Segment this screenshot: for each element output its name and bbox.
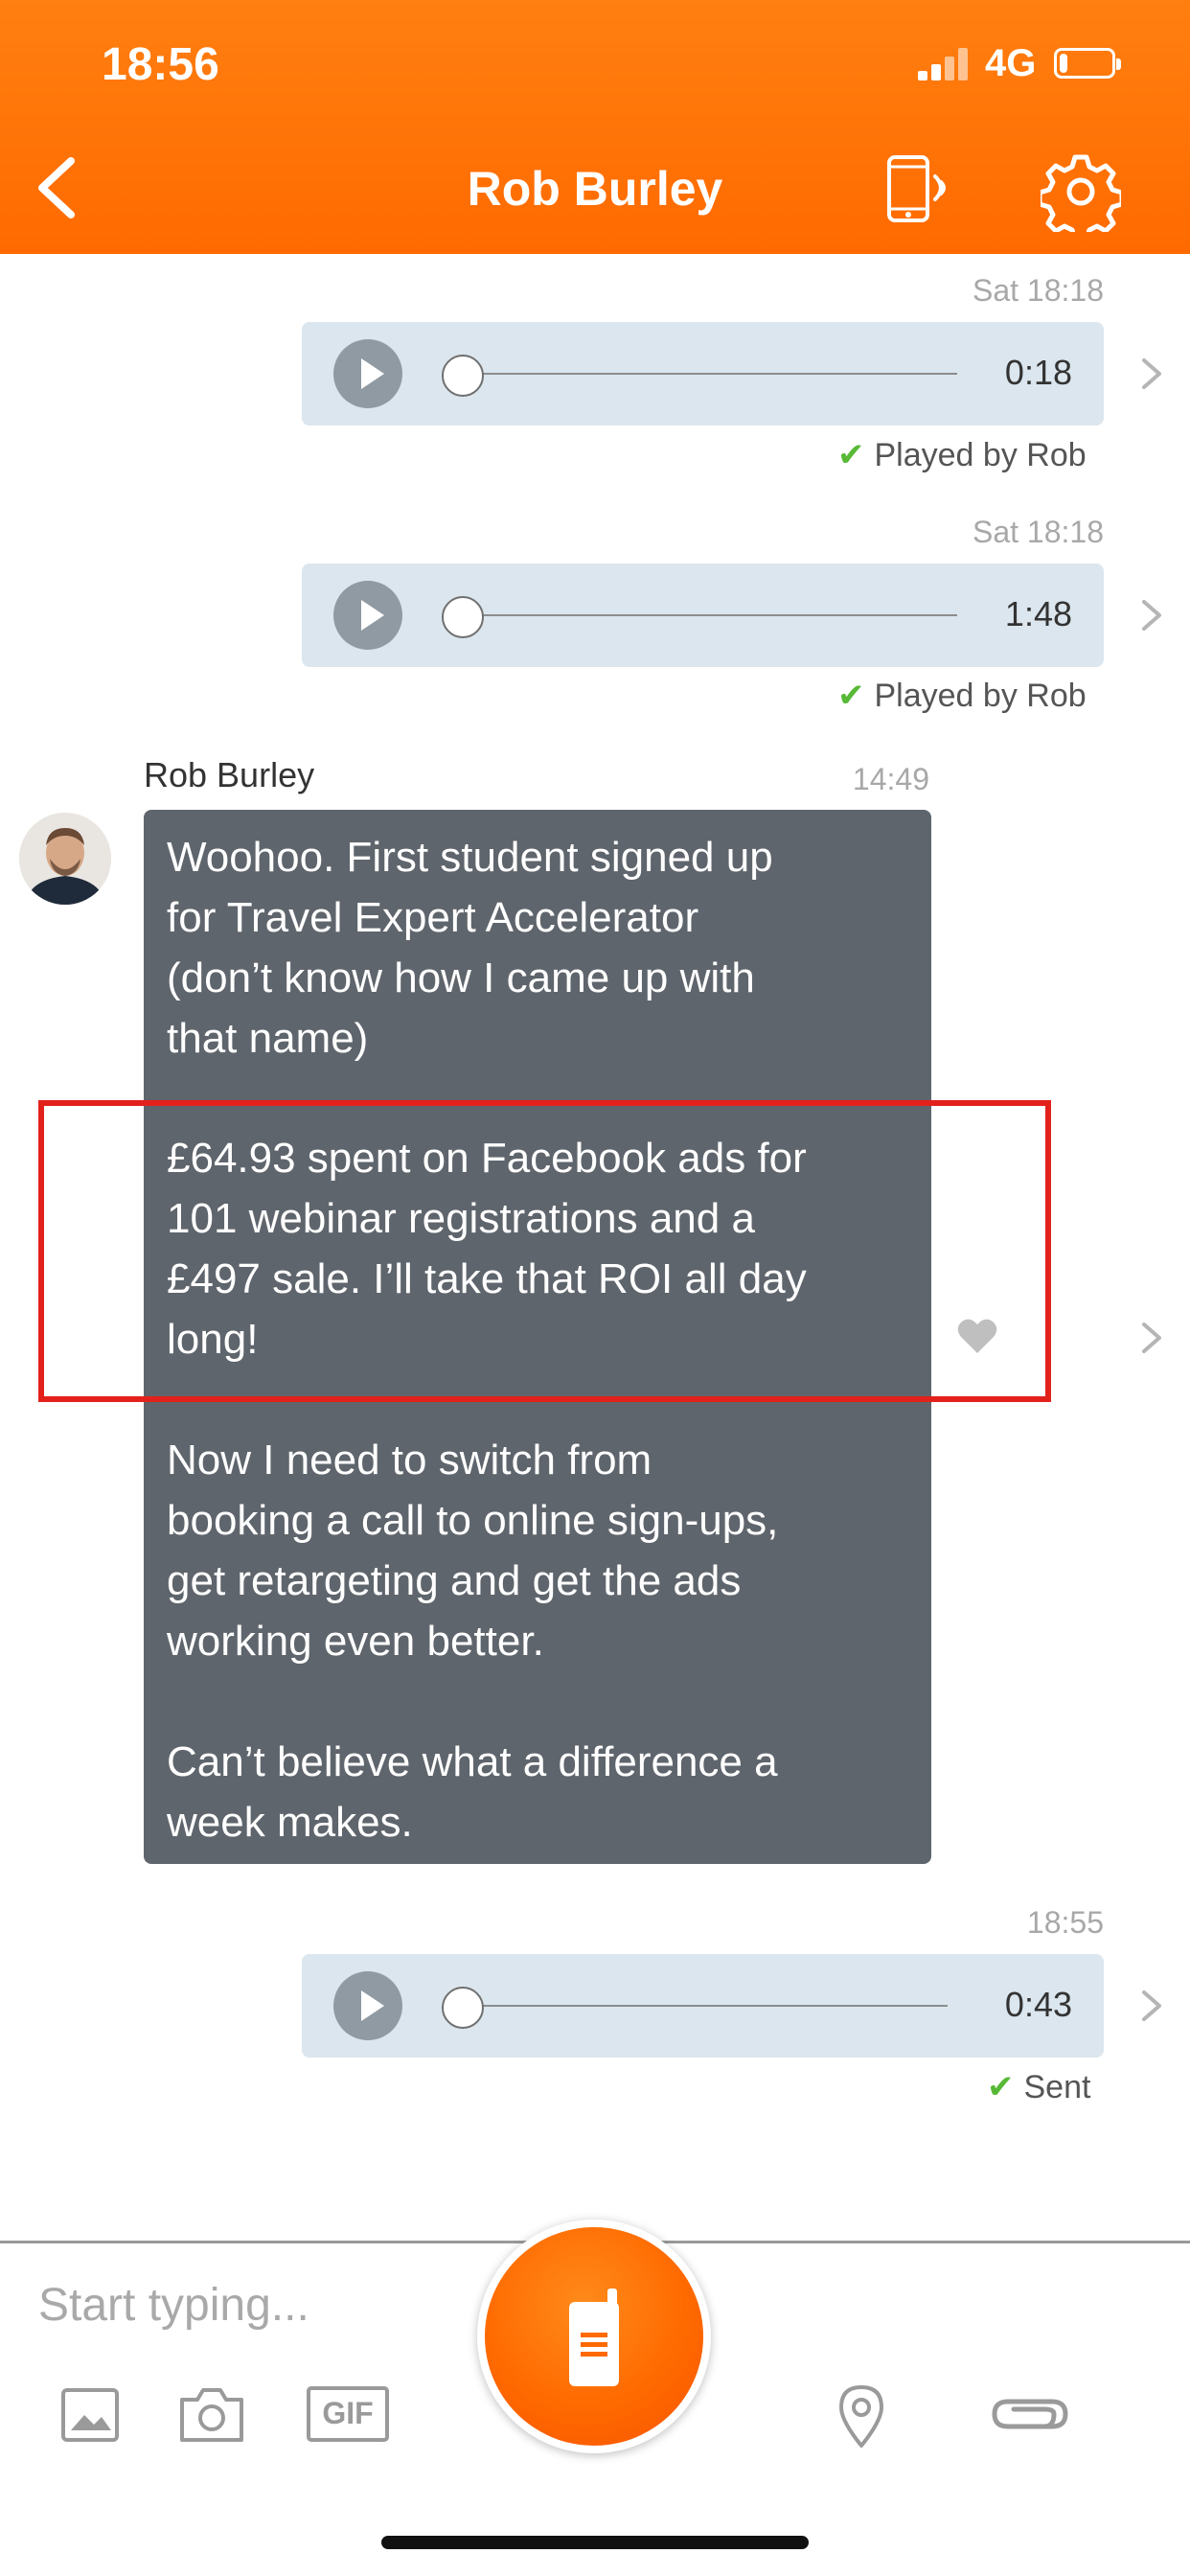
location-pin-icon[interactable] xyxy=(835,2382,887,2450)
app-header: 18:56 4G Rob Burley xyxy=(0,0,1190,254)
phone-broadcast-icon xyxy=(887,155,946,222)
chevron-right-icon[interactable] xyxy=(1133,596,1171,634)
delivery-status: ✔ Played by Rob xyxy=(837,437,1087,473)
highlight-annotation xyxy=(38,1100,1051,1402)
voice-message: 0:18 xyxy=(302,322,1104,426)
gif-button[interactable]: GIF xyxy=(307,2386,389,2442)
message-input[interactable]: Start typing... xyxy=(38,2279,309,2332)
voice-message: 1:48 xyxy=(302,564,1104,667)
play-button[interactable] xyxy=(333,1971,402,2040)
play-button[interactable] xyxy=(333,581,402,650)
playback-scrubber[interactable] xyxy=(442,596,484,638)
gear-icon xyxy=(1037,154,1125,242)
check-icon: ✔ xyxy=(837,437,865,473)
message-paragraph: Woohoo. First student signed up for Trav… xyxy=(167,834,773,1062)
message-timestamp: 18:55 xyxy=(1026,1905,1104,1940)
push-to-talk-button[interactable] xyxy=(477,2220,711,2453)
message-timestamp: Sat 18:18 xyxy=(973,273,1104,308)
playback-scrubber[interactable] xyxy=(442,355,484,397)
message-paragraph: Now I need to switch from booking a call… xyxy=(167,1437,779,1665)
status-time: 18:56 xyxy=(102,39,219,90)
battery-icon xyxy=(1054,48,1121,79)
voice-message: 0:43 xyxy=(302,1954,1104,2058)
playback-track[interactable] xyxy=(446,373,957,375)
network-type: 4G xyxy=(985,42,1037,84)
battery-level xyxy=(1060,54,1067,73)
check-icon: ✔ xyxy=(837,678,865,714)
playback-track[interactable] xyxy=(446,614,957,616)
playback-scrubber[interactable] xyxy=(442,1987,484,2029)
avatar[interactable] xyxy=(19,813,111,905)
message-timestamp: 14:49 xyxy=(852,762,929,796)
voice-duration: 0:43 xyxy=(1004,1985,1072,2024)
playback-track[interactable] xyxy=(446,2005,948,2007)
chevron-right-icon[interactable] xyxy=(1133,1319,1171,1357)
push-to-talk-surface xyxy=(485,2227,703,2446)
conversation-title: Rob Burley xyxy=(467,162,723,216)
avatar-image xyxy=(19,813,111,905)
message-paragraph: Can’t believe what a difference a week m… xyxy=(167,1738,778,1846)
signal-icon xyxy=(918,46,972,80)
delivery-status: ✔ Sent xyxy=(987,2069,1091,2105)
home-indicator xyxy=(381,2536,809,2549)
paperclip-icon[interactable] xyxy=(989,2390,1071,2438)
delivery-status: ✔ Played by Rob xyxy=(837,678,1087,714)
broadcast-button[interactable] xyxy=(881,153,958,226)
chevron-right-icon[interactable] xyxy=(1133,1987,1171,2025)
settings-button[interactable] xyxy=(1037,151,1125,242)
check-icon: ✔ xyxy=(987,2069,1015,2105)
play-button[interactable] xyxy=(333,339,402,408)
message-timestamp: Sat 18:18 xyxy=(973,515,1104,549)
camera-icon[interactable] xyxy=(178,2384,245,2444)
chevron-right-icon[interactable] xyxy=(1133,355,1171,393)
sender-name: Rob Burley xyxy=(144,755,315,794)
voice-duration: 0:18 xyxy=(1004,353,1072,392)
walkie-talkie-icon xyxy=(569,2288,619,2386)
gif-label: GIF xyxy=(322,2396,374,2430)
image-icon[interactable] xyxy=(59,2386,121,2444)
voice-duration: 1:48 xyxy=(1004,594,1072,633)
